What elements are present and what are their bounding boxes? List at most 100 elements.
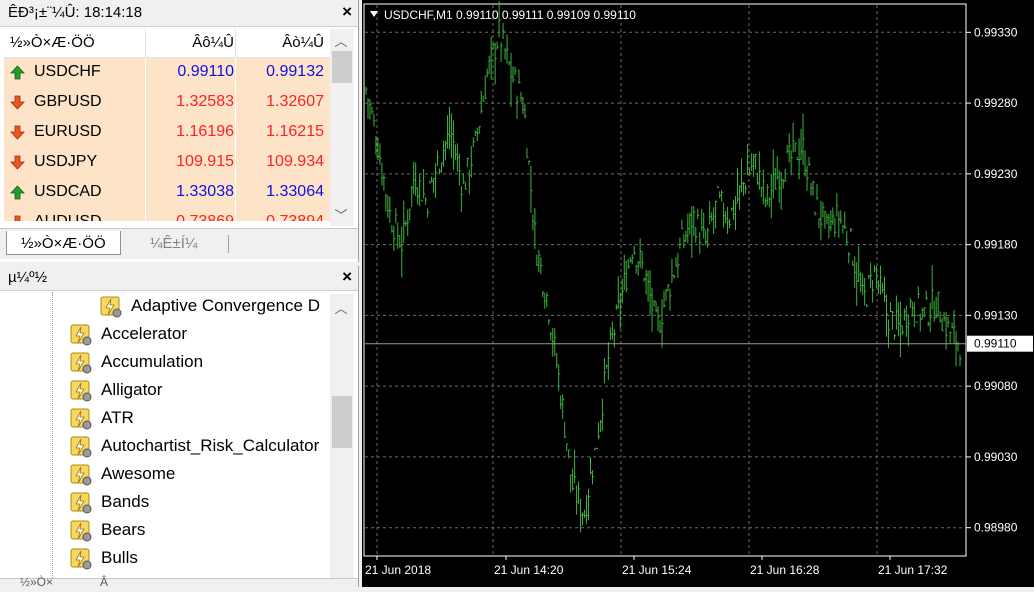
navigator-item-label: Bands xyxy=(101,492,150,511)
ask-price: 1.32607 xyxy=(266,93,324,110)
tree-line xyxy=(52,292,53,582)
tab-symbols[interactable]: ½»Ò×Æ·ÖÖ xyxy=(6,231,121,255)
indicator-icon xyxy=(70,408,92,430)
navigator-item[interactable]: Adaptive Convergence D xyxy=(100,293,328,321)
price-label: 0.98980 xyxy=(974,521,1018,535)
navigator-item[interactable]: ATR xyxy=(70,405,328,433)
indicator-icon xyxy=(70,520,92,542)
market-watch-titlebar: ÊÐ³¡±¨¼Û: 18:14:18 × xyxy=(0,0,358,27)
table-row[interactable]: USDCHF 0.99110 0.99132 xyxy=(4,58,330,89)
tab-tick-chart[interactable]: ¼Ê±Í¼ xyxy=(136,231,211,255)
indicator-icon xyxy=(70,548,92,570)
bid-price: 0.99110 xyxy=(177,63,234,80)
ask-price: 1.33064 xyxy=(266,183,324,200)
tab-other[interactable]: Â xyxy=(100,576,108,588)
time-label: 21 Jun 17:32 xyxy=(878,563,948,577)
bid-price: 109.915 xyxy=(176,153,234,170)
cell-divider xyxy=(235,148,236,178)
header-divider xyxy=(145,29,146,57)
arrow-up-icon xyxy=(10,65,25,80)
symbol-name: AUDUSD xyxy=(34,213,102,222)
col-header-bid[interactable]: Âô¼Û xyxy=(192,34,234,51)
arrow-down-icon xyxy=(10,125,25,140)
price-label: 0.99280 xyxy=(974,96,1018,110)
navigator-item[interactable]: Accelerator xyxy=(70,321,328,349)
navigator-item-label: Accelerator xyxy=(101,324,187,343)
indicator-icon xyxy=(70,380,92,402)
navigator-title: µ¼º½ xyxy=(8,269,48,286)
bid-price: 1.33038 xyxy=(176,183,234,200)
navigator-item-label: Accumulation xyxy=(101,352,204,371)
chart-window[interactable]: 0.99330 0.99280 0.99230 0.99180 0.99130 0.990… xyxy=(362,0,1034,587)
scroll-thumb[interactable] xyxy=(332,396,352,448)
indicator-icon xyxy=(70,464,92,486)
cell-divider xyxy=(235,118,236,148)
price-label: 0.99080 xyxy=(974,379,1018,393)
table-row[interactable]: USDCAD 1.33038 1.33064 xyxy=(4,178,330,209)
header-divider xyxy=(235,29,236,57)
symbol-name: USDJPY xyxy=(34,153,98,170)
cell-divider xyxy=(235,178,236,208)
market-watch-tabs: ½»Ò×Æ·ÖÖ ¼Ê±Í¼ xyxy=(0,228,358,259)
table-row[interactable]: USDJPY 109.915 109.934 xyxy=(4,148,330,179)
market-watch-close-icon[interactable]: × xyxy=(342,2,352,22)
ask-price: 1.16215 xyxy=(266,123,324,140)
cell-divider xyxy=(145,88,146,118)
table-row[interactable]: AUDUSD 0.73869 0.73894 xyxy=(4,208,330,222)
navigator-item[interactable]: Autochartist_Risk_Calculator xyxy=(70,433,328,461)
cell-divider xyxy=(235,88,236,118)
time-label: 21 Jun 16:28 xyxy=(750,563,820,577)
price-label: 0.99230 xyxy=(974,167,1018,181)
plot-frame xyxy=(363,3,967,557)
navigator-titlebar: µ¼º½ × xyxy=(0,266,358,291)
time-label: 21 Jun 15:24 xyxy=(622,563,692,577)
price-label: 0.99130 xyxy=(974,308,1018,322)
cell-divider xyxy=(235,208,236,221)
price-label: 0.99030 xyxy=(974,450,1018,464)
navigator-tree: Adaptive Convergence D Accelerator Accumul… xyxy=(0,292,328,582)
navigator-item[interactable]: Bears xyxy=(70,517,328,545)
ask-price: 109.934 xyxy=(266,153,324,170)
navigator-item[interactable]: Alligator xyxy=(70,377,328,405)
tab-trade[interactable]: ½»Ò× xyxy=(20,576,53,588)
navigator-item[interactable]: Bulls xyxy=(70,545,328,573)
scroll-down-icon[interactable]: ﹀ xyxy=(330,205,352,223)
navigator-close-icon[interactable]: × xyxy=(342,267,352,287)
indicator-icon xyxy=(70,352,92,374)
cell-divider xyxy=(145,118,146,148)
navigator-item-label: Adaptive Convergence D xyxy=(131,296,321,315)
navigator-item[interactable]: Accumulation xyxy=(70,349,328,377)
time-label: 21 Jun 14:20 xyxy=(494,563,564,577)
cell-divider xyxy=(145,58,146,88)
scroll-thumb[interactable] xyxy=(332,51,352,83)
indicator-icon xyxy=(70,324,92,346)
arrow-down-icon xyxy=(10,155,25,170)
navigator-item-label: Alligator xyxy=(101,380,163,399)
navigator-item[interactable]: Awesome xyxy=(70,461,328,489)
col-header-ask[interactable]: Âò¼Û xyxy=(282,34,324,51)
market-watch-title: ÊÐ³¡±¨¼Û: 18:14:18 xyxy=(8,4,143,21)
market-watch-panel: ÊÐ³¡±¨¼Û: 18:14:18 × ½»Ò×Æ·ÖÖ Âô¼Û Âò¼Û … xyxy=(0,0,359,262)
market-watch-header: ½»Ò×Æ·ÖÖ Âô¼Û Âò¼Û xyxy=(4,29,330,58)
current-price-label: 0.99110 xyxy=(974,337,1017,351)
scroll-up-icon[interactable]: ︿ xyxy=(330,31,352,49)
bid-price: 0.73869 xyxy=(176,213,234,222)
col-header-symbol[interactable]: ½»Ò×Æ·ÖÖ xyxy=(10,34,95,51)
symbol-name: GBPUSD xyxy=(34,93,102,110)
symbol-name: USDCHF xyxy=(34,63,101,80)
table-row[interactable]: EURUSD 1.16196 1.16215 xyxy=(4,118,330,149)
indicator-icon xyxy=(100,296,122,318)
cell-divider xyxy=(145,178,146,208)
navigator-item[interactable]: Bands xyxy=(70,489,328,517)
symbol-name: EURUSD xyxy=(34,123,102,140)
cell-divider xyxy=(235,58,236,88)
market-watch-scrollbar[interactable]: ︿ ﹀ xyxy=(330,29,354,226)
indicator-icon xyxy=(70,492,92,514)
bid-price: 1.32583 xyxy=(176,93,234,110)
navigator-item-label: Autochartist_Risk_Calculator xyxy=(101,436,320,455)
table-row[interactable]: GBPUSD 1.32583 1.32607 xyxy=(4,88,330,119)
scroll-up-icon[interactable]: ︿ xyxy=(330,298,352,316)
cell-divider xyxy=(145,208,146,221)
price-chart[interactable]: 0.99330 0.99280 0.99230 0.99180 0.99130 0.990… xyxy=(362,0,1034,587)
navigator-scrollbar[interactable]: ︿ xyxy=(330,294,354,584)
